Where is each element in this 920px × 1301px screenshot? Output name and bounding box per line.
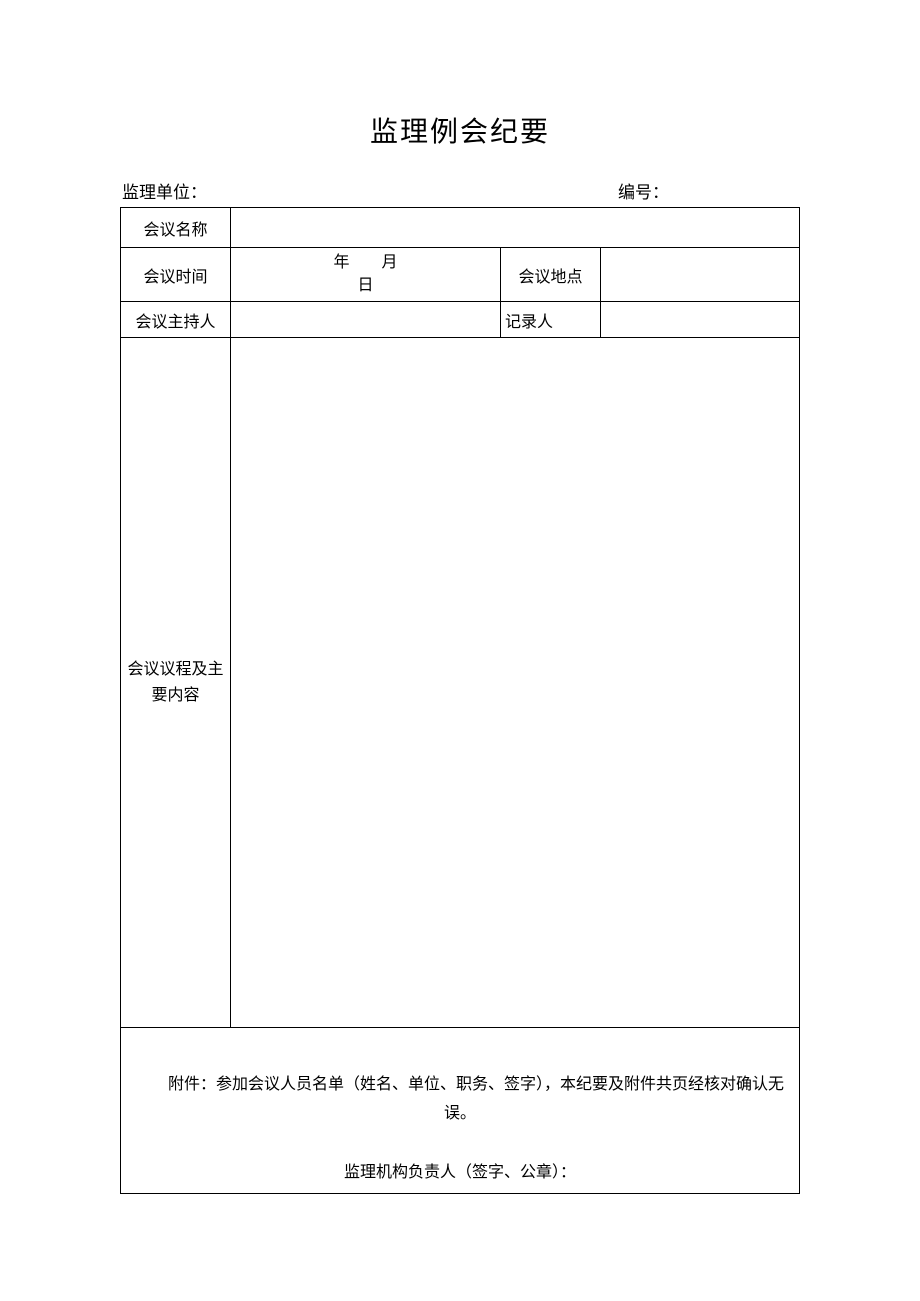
meeting-name-label: 会议名称 bbox=[121, 208, 231, 248]
recorder-value bbox=[601, 302, 800, 338]
date-line2: 日 bbox=[231, 275, 500, 297]
footer-cell: 附件：参加会议人员名单（姓名、单位、职务、签字），本纪要及附件共页经核对确认无 … bbox=[121, 1028, 800, 1194]
agenda-label: 会议议程及主 要内容 bbox=[121, 338, 231, 1028]
document-title: 监理例会纪要 bbox=[120, 110, 800, 150]
document-page: 监理例会纪要 监理单位： 编号： 会议名称 会议时间 年 月 日 会议地点 会议… bbox=[0, 0, 920, 1194]
attachment-line: 附件：参加会议人员名单（姓名、单位、职务、签字），本纪要及附件共页经核对确认无 bbox=[129, 1071, 791, 1100]
meeting-place-label: 会议地点 bbox=[501, 248, 601, 302]
form-table: 会议名称 会议时间 年 月 日 会议地点 会议主持人 记录人 会议议程及主 要内… bbox=[120, 207, 800, 1194]
attachment-end: 误。 bbox=[444, 1105, 476, 1122]
header-row: 监理单位： 编号： bbox=[120, 178, 800, 203]
meeting-time-label: 会议时间 bbox=[121, 248, 231, 302]
host-value bbox=[231, 302, 501, 338]
meeting-place-value bbox=[601, 248, 800, 302]
meeting-time-value: 年 月 日 bbox=[231, 248, 501, 302]
agenda-label-line1: 会议议程及主 bbox=[127, 661, 223, 678]
recorder-label: 记录人 bbox=[501, 302, 601, 338]
org-label: 监理单位： bbox=[122, 178, 618, 203]
row-host: 会议主持人 记录人 bbox=[121, 302, 800, 338]
meeting-name-value bbox=[231, 208, 800, 248]
sign-line: 监理机构负责人（签字、公章）： bbox=[129, 1159, 791, 1188]
row-agenda: 会议议程及主 要内容 bbox=[121, 338, 800, 1028]
footer-content: 附件：参加会议人员名单（姓名、单位、职务、签字），本纪要及附件共页经核对确认无 … bbox=[121, 1033, 799, 1187]
date-line1: 年 月 bbox=[231, 252, 500, 274]
agenda-value bbox=[231, 338, 800, 1028]
row-meeting-name: 会议名称 bbox=[121, 208, 800, 248]
row-meeting-time: 会议时间 年 月 日 会议地点 bbox=[121, 248, 800, 302]
host-label: 会议主持人 bbox=[121, 302, 231, 338]
number-label: 编号： bbox=[618, 178, 798, 203]
agenda-label-line2: 要内容 bbox=[151, 687, 199, 704]
row-footer: 附件：参加会议人员名单（姓名、单位、职务、签字），本纪要及附件共页经核对确认无 … bbox=[121, 1028, 800, 1194]
